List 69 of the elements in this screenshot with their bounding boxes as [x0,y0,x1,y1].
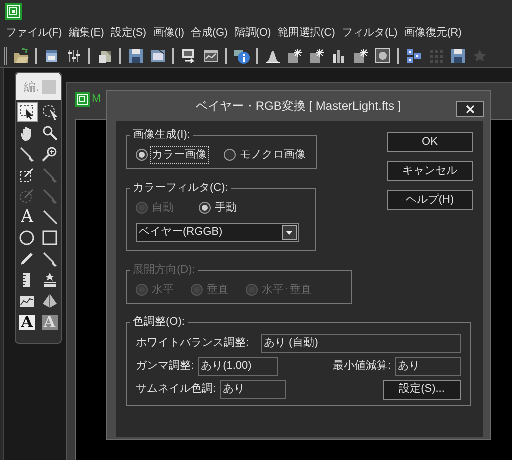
square-icon [42,230,58,246]
group-label: 画像生成(I): [132,128,192,143]
pyramid-icon [42,293,58,309]
menu-item[interactable]: ファイル(F) [6,25,62,42]
menu-item[interactable]: 画像復元(R) [404,25,462,42]
field-label: ガンマ調整: [136,358,194,374]
field-label: ホワイトバランス調整: [136,336,250,351]
color-squares-icon[interactable] [406,48,422,64]
app-logo-icon [5,3,22,20]
zoom-in-icon [42,146,58,162]
circle-icon [19,230,36,246]
menu-item[interactable]: 編集(E) [68,25,104,42]
window-arrow-icon[interactable] [180,48,196,64]
value-field: あり(1.00) [198,356,278,376]
selection-arrow-icon [19,104,36,120]
value-field: あり [220,380,286,399]
menu-item[interactable]: フィルタ(L) [342,25,398,42]
sparkle-icon[interactable] [352,48,368,64]
dialog-button[interactable]: OK [387,132,473,152]
dialog-button[interactable]: ヘルプ(H) [387,190,473,210]
close-button[interactable] [456,101,484,117]
chart-window-icon[interactable] [202,48,218,64]
menu-item[interactable]: 設定(S) [111,25,146,42]
tool-button[interactable]: A [17,207,38,227]
line-icon [42,209,58,225]
field-label: 最小値減算: [332,358,391,374]
dropper-icon [42,167,58,183]
magnifier-icon [42,125,58,141]
pencil-icon [19,251,36,267]
dashed-rectangle-pen-icon [19,167,36,183]
sparkle-icon[interactable] [308,48,324,64]
palette-title: 編. [24,78,40,96]
close-icon [466,104,474,114]
document-title: M [92,92,102,107]
menu-item[interactable]: 範囲選択(C) [278,25,336,42]
group-label: カラーフィルタ(C): [132,181,230,196]
value-field: あり [395,356,461,376]
dropdown-arrow-icon [286,230,293,234]
radio-button[interactable]: カラー画像 [136,146,208,163]
menu-item[interactable]: 階調(O) [234,25,271,42]
settings-button[interactable]: 設定(S)... [383,380,461,400]
window-icon[interactable] [44,48,60,64]
glow-square-icon[interactable] [374,48,390,64]
dropper-icon [19,146,36,162]
app-logo-icon [75,92,90,107]
menu-item[interactable]: 画像(I) [153,25,184,42]
field-label: サムネイル色調: [136,382,216,398]
menu-item[interactable]: 合成(G) [191,25,228,42]
stamp-icon [42,272,58,288]
bar-chart-icon[interactable] [330,48,346,64]
tool-button[interactable] [17,102,38,122]
dashed-circle-pen-icon [19,188,36,204]
dialog-title: ベイヤー・RGB変換 [ MasterLight.fts ] [196,98,402,114]
screen-icon[interactable] [150,48,166,64]
sparkle-icon[interactable] [286,48,302,64]
dropper-icon [42,251,58,267]
sliders-icon[interactable] [66,48,82,64]
radio-button[interactable]: モノクロ画像 [224,146,307,163]
folder-icon[interactable] [12,48,28,64]
group-label: 展開方向(D): [132,262,196,278]
value-field: あり (自動) [261,334,461,352]
tool-button[interactable]: A [17,312,38,332]
radio-button[interactable]: 手動 [199,200,238,216]
dialog-button[interactable]: キャンセル [387,161,473,181]
info-icon[interactable] [234,48,250,64]
dropper-icon [42,188,58,204]
group-label: 色調整(O): [132,314,186,330]
dropdown[interactable]: ベイヤー(RGGB) [136,223,299,242]
line-chart-icon [19,293,36,309]
